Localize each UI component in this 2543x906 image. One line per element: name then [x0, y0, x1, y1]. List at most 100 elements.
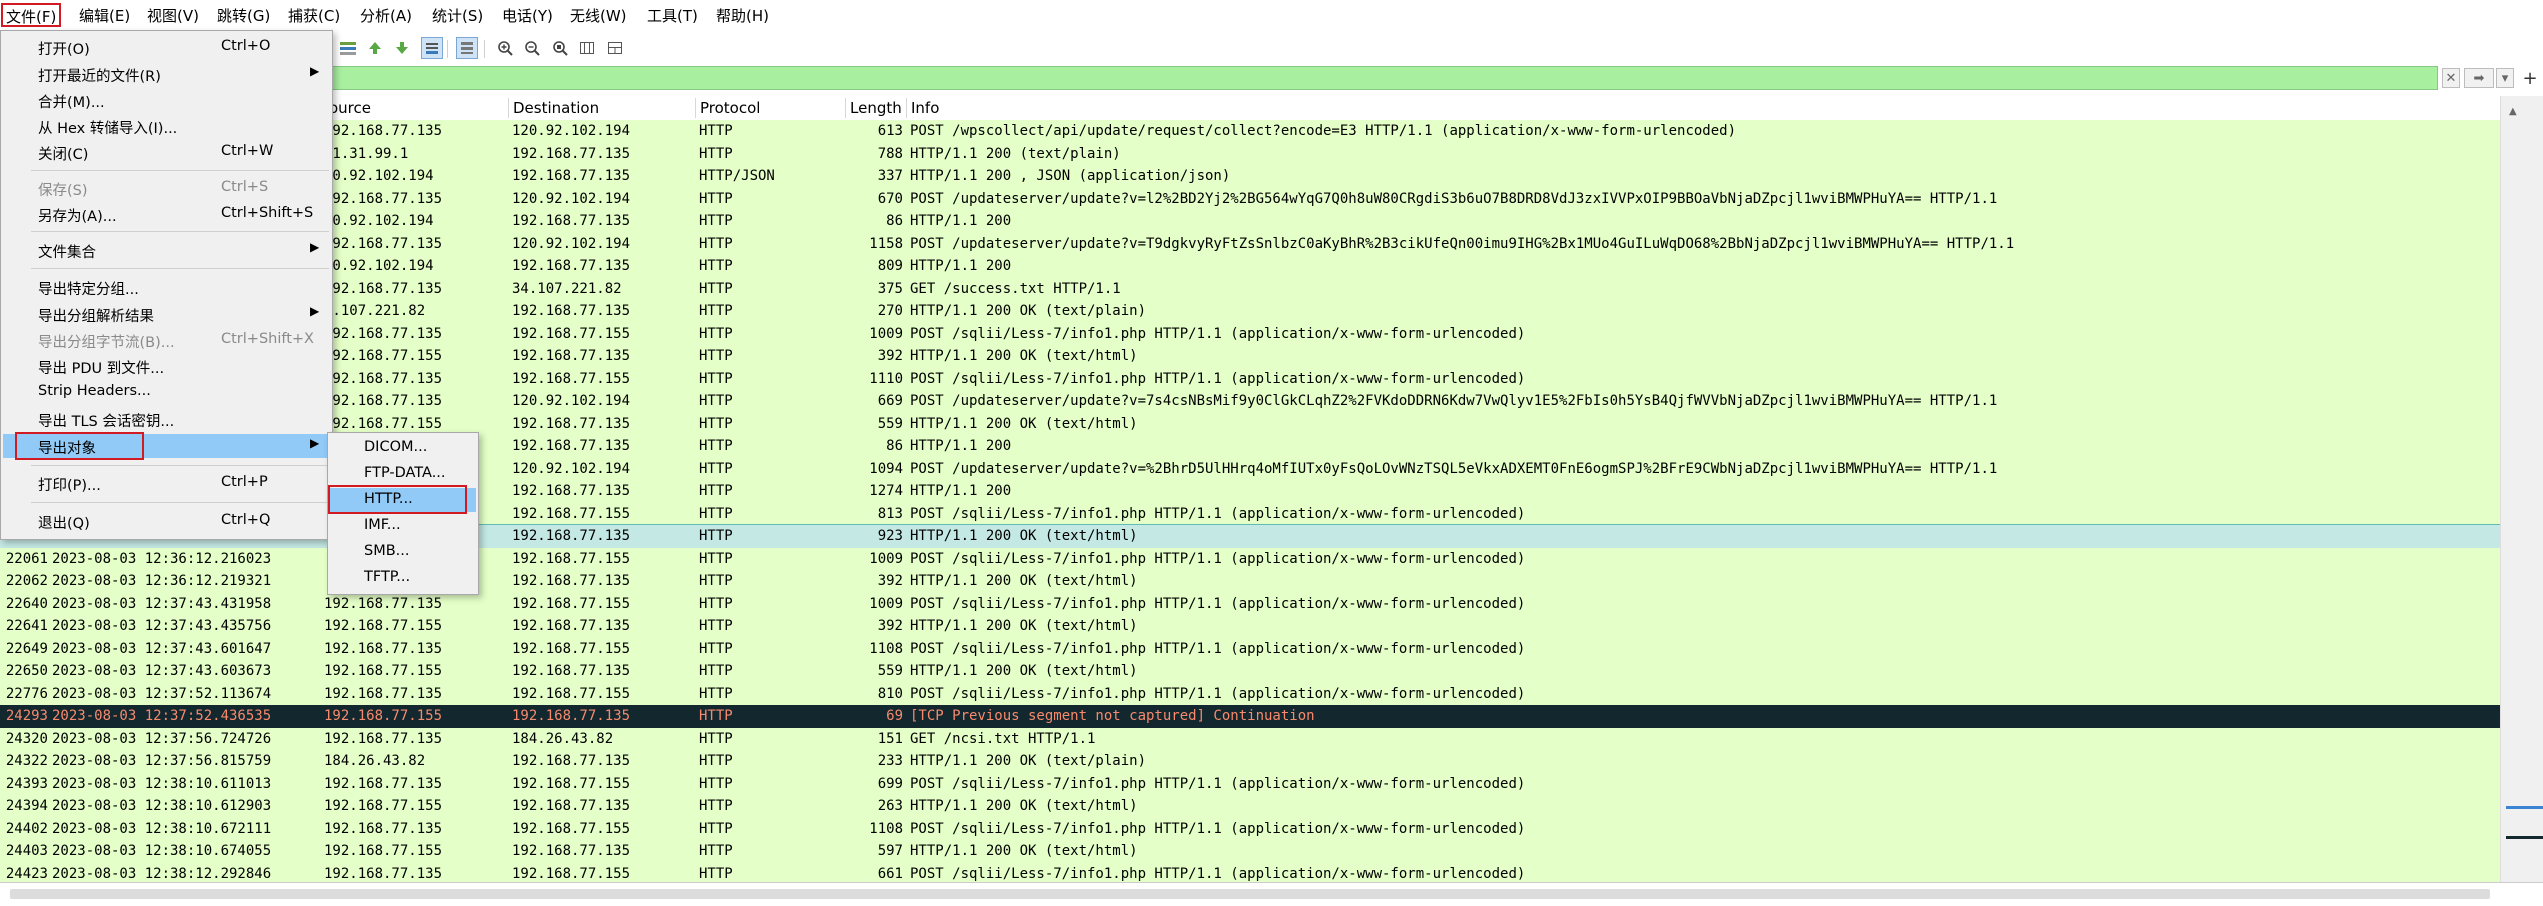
packet-row[interactable]: 22650 2023-08-03 12:37:43.603673 192.168.7… — [0, 660, 2500, 683]
menu-item-open-recent[interactable]: 打开最近的文件(R) ▶ — [3, 62, 332, 86]
menu-statistics[interactable]: 统计(S) — [432, 3, 483, 29]
packet-protocol: HTTP — [699, 258, 733, 274]
packet-protocol: HTTP — [699, 280, 733, 297]
packet-destination: 192.168.77.135 — [512, 483, 631, 499]
packet-row[interactable]: 192.168.77.135 34.107.221.82 HTTP 375 GET /s… — [0, 277, 2500, 300]
packet-destination: 192.168.77.155 — [512, 325, 631, 342]
packet-row[interactable]: 192.168.77.155 192.168.77.135 HTTP 392 HTTP/… — [0, 345, 2500, 368]
packet-info: HTTP/1.1 200 OK (text/html) — [910, 415, 1138, 432]
packet-row[interactable]: 24402 2023-08-03 12:38:10.672111 192.168.7… — [0, 817, 2500, 840]
menu-item-file-set[interactable]: 文件集合 ▶ — [3, 238, 332, 262]
export-objects-submenu: DICOM... FTP-DATA... HTTP... IMF... SMB.… — [327, 432, 479, 595]
zoom-out-icon[interactable] — [521, 37, 543, 59]
menu-item-strip-headers[interactable]: Strip Headers... — [3, 380, 332, 404]
packet-row[interactable]: 20.92.102.194 192.168.77.135 HTTP 809 HTTP/1… — [0, 255, 2500, 278]
filter-history-chevron-down-icon[interactable]: ▾ — [2496, 68, 2514, 88]
packet-time: 2023-08-03 12:37:43.601647 — [52, 640, 272, 657]
menu-item-print[interactable]: 打印(P)... Ctrl+P — [3, 471, 332, 495]
clear-filter-icon[interactable]: ✕ — [2442, 68, 2460, 88]
menu-item-quit[interactable]: 退出(Q) Ctrl+Q — [3, 509, 332, 533]
menu-capture[interactable]: 捕获(C) — [288, 3, 340, 29]
column-header-length[interactable]: Length — [850, 99, 902, 117]
menu-edit[interactable]: 编辑(E) — [79, 3, 130, 29]
packet-protocol: HTTP — [699, 415, 733, 432]
packet-row[interactable]: 24293 2023-08-03 12:37:52.436535 192.168.7… — [0, 705, 2500, 728]
column-header-protocol[interactable]: Protocol — [700, 99, 760, 117]
packet-row[interactable]: 192.168.77.135 120.92.102.194 HTTP 613 POST … — [0, 120, 2500, 143]
column-header-destination[interactable]: Destination — [513, 99, 599, 117]
menu-item-export-pdus[interactable]: 导出 PDU 到文件... — [3, 354, 332, 378]
packet-row[interactable]: 22649 2023-08-03 12:37:43.601647 192.168.7… — [0, 637, 2500, 660]
horizontal-scrollbar[interactable] — [0, 882, 2543, 906]
packet-row[interactable]: 24394 2023-08-03 12:38:10.612903 192.168.7… — [0, 795, 2500, 818]
menu-view[interactable]: 视图(V) — [147, 3, 199, 29]
menu-item-close[interactable]: 关闭(C) Ctrl+W — [3, 140, 332, 164]
menu-item-open[interactable]: 打开(O) Ctrl+O — [3, 35, 332, 59]
packet-destination: 192.168.77.155 — [512, 505, 631, 522]
packet-row[interactable]: 192.168.77.135 192.168.77.155 HTTP 1009 POST… — [0, 322, 2500, 345]
zoom-normal-icon[interactable] — [549, 37, 571, 59]
scroll-down-icon[interactable] — [391, 37, 413, 59]
packet-row[interactable]: 24322 2023-08-03 12:37:56.815759 184.26.43… — [0, 750, 2500, 773]
menu-item-import-hex[interactable]: 从 Hex 转储导入(I)... — [3, 114, 332, 138]
layout-icon[interactable] — [604, 37, 626, 59]
apply-filter-icon[interactable]: ➡ — [2464, 68, 2494, 88]
packet-row[interactable]: 20.92.102.194 192.168.77.135 HTTP 86 HTTP/1.… — [0, 210, 2500, 233]
resize-columns-icon[interactable] — [576, 37, 598, 59]
menu-item-export-packet-dissections[interactable]: 导出分组解析结果 ▶ — [3, 302, 332, 326]
column-header-source[interactable]: ource — [329, 99, 371, 117]
packet-row[interactable]: 22641 2023-08-03 12:37:43.435756 192.168.7… — [0, 615, 2500, 638]
packet-protocol: HTTP — [699, 303, 733, 319]
menu-item-export-specified-packets[interactable]: 导出特定分组... — [3, 275, 332, 299]
packet-info: HTTP/1.1 200 (text/plain) — [910, 145, 1121, 162]
add-filter-button-icon[interactable]: + — [2520, 68, 2540, 89]
packet-destination: 192.168.77.135 — [512, 303, 631, 319]
submenu-item-dicom[interactable]: DICOM... — [330, 436, 476, 460]
packet-row[interactable]: 192.168.77.135 120.92.102.194 HTTP 1158 POST… — [0, 232, 2500, 255]
menu-analyze[interactable]: 分析(A) — [360, 3, 412, 29]
packet-destination: 184.26.43.82 — [512, 730, 614, 747]
packet-row[interactable]: 192.168.77.135 120.92.102.194 HTTP 669 POST … — [0, 390, 2500, 413]
menu-item-save-as[interactable]: 另存为(A)... Ctrl+Shift+S — [3, 202, 332, 226]
color-rules-icon[interactable] — [337, 37, 359, 59]
packet-row[interactable]: 192.168.77.135 192.168.77.155 HTTP 1110 POST… — [0, 367, 2500, 390]
autoscroll-icon[interactable] — [421, 37, 443, 59]
menu-go[interactable]: 跳转(G) — [217, 3, 270, 29]
packet-source: 192.168.77.155 — [324, 843, 443, 859]
packet-row[interactable]: 192.168.77.135 120.92.102.194 HTTP 670 POST … — [0, 187, 2500, 210]
packet-row[interactable]: 22640 2023-08-03 12:37:43.431958 192.168.7… — [0, 592, 2500, 615]
packet-row[interactable]: 24423 2023-08-03 12:38:12.292846 192.168.7… — [0, 862, 2500, 882]
submenu-item-smb[interactable]: SMB... — [330, 540, 476, 564]
menu-help[interactable]: 帮助(H) — [716, 3, 769, 29]
packet-row[interactable]: 20.92.102.194 192.168.77.135 HTTP/JSON 337 H… — [0, 165, 2500, 188]
packet-row[interactable]: 24320 2023-08-03 12:37:56.724726 192.168.7… — [0, 727, 2500, 750]
menu-file[interactable]: 文件(F) — [1, 3, 62, 27]
packet-destination: 192.168.77.155 — [512, 820, 631, 837]
packet-row[interactable]: 24393 2023-08-03 12:38:10.611013 192.168.7… — [0, 772, 2500, 795]
zoom-in-icon[interactable] — [494, 37, 516, 59]
packet-row[interactable]: 4.107.221.82 192.168.77.135 HTTP 270 HTTP/1.… — [0, 300, 2500, 323]
packet-row[interactable]: 22776 2023-08-03 12:37:52.113674 192.168.7… — [0, 682, 2500, 705]
submenu-item-tftp[interactable]: TFTP... — [330, 566, 476, 590]
packet-destination: 192.168.77.135 — [512, 753, 631, 769]
packet-row[interactable]: 24403 2023-08-03 12:38:10.674055 192.168.7… — [0, 840, 2500, 863]
column-header-info[interactable]: Info — [911, 99, 939, 117]
horizontal-scroll-thumb[interactable] — [10, 889, 2490, 899]
packet-source: 192.168.77.135 — [324, 325, 443, 342]
packet-source: 192.168.77.135 — [324, 123, 443, 139]
vertical-scrollbar[interactable]: ▲ — [2500, 96, 2543, 882]
menu-item-merge[interactable]: 合并(M)... — [3, 88, 332, 112]
packet-number: 24320 — [5, 730, 48, 747]
packet-info: HTTP/1.1 200 OK (text/html) — [910, 348, 1138, 364]
menu-item-export-tls-keys[interactable]: 导出 TLS 会话密钥... — [3, 407, 332, 431]
menu-telephony[interactable]: 电话(Y) — [502, 3, 553, 29]
menu-wireless[interactable]: 无线(W) — [570, 3, 627, 29]
submenu-item-ftp-data[interactable]: FTP-DATA... — [330, 462, 476, 486]
colorize-icon[interactable] — [456, 37, 478, 59]
menu-tools[interactable]: 工具(T) — [647, 3, 698, 29]
display-filter-input[interactable] — [2, 66, 2438, 90]
packet-number: 24394 — [5, 798, 48, 814]
scroll-up-icon[interactable] — [364, 37, 386, 59]
submenu-item-imf[interactable]: IMF... — [330, 514, 476, 538]
packet-row[interactable]: 11.31.99.1 192.168.77.135 HTTP 788 HTTP/1.1 … — [0, 142, 2500, 165]
